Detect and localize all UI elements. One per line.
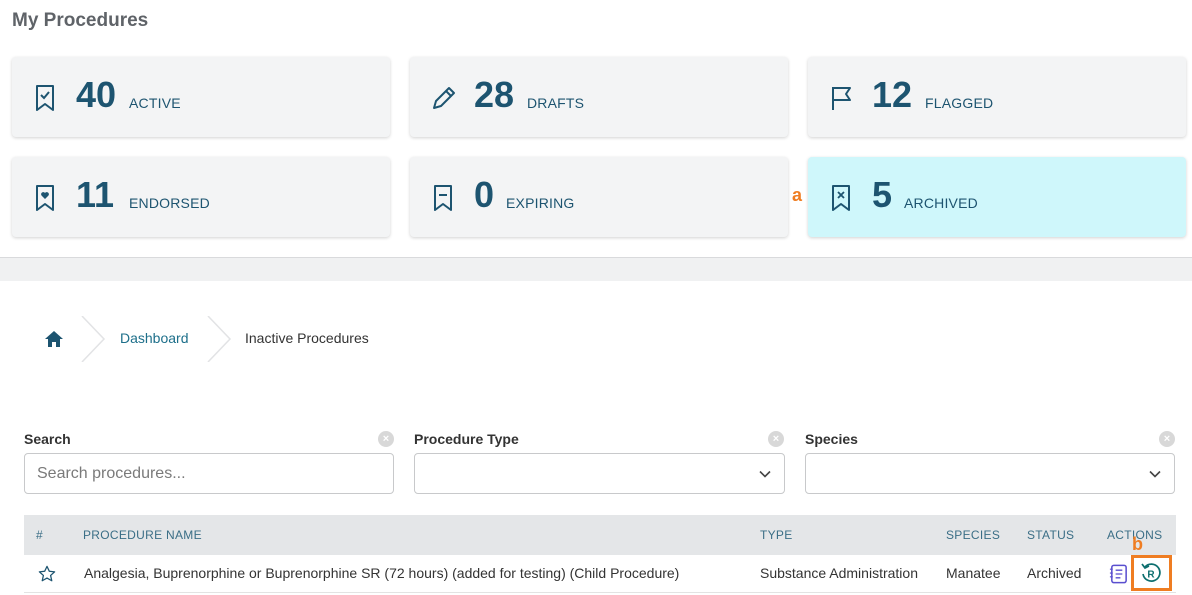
search-input[interactable] [25,454,393,493]
card-flagged[interactable]: 12 FLAGGED [808,57,1186,137]
procedure-name[interactable]: Analgesia, Buprenorphine or Buprenorphin… [84,565,679,581]
search-clear-icon[interactable]: × [378,431,394,447]
card-count: 12 [872,74,913,115]
page-title: My Procedures [12,10,149,31]
card-label: EXPIRING [506,195,575,211]
column-header-status[interactable]: STATUS [1027,528,1074,542]
card-label: FLAGGED [925,95,994,111]
procedure-type-label: Procedure Type [414,431,519,447]
search-field [24,453,394,494]
breadcrumb-current: Inactive Procedures [245,330,369,346]
search-label: Search [24,431,71,447]
card-active[interactable]: 40 ACTIVE [12,57,390,137]
card-endorsed[interactable]: 11 ENDORSED [12,157,390,237]
star-icon[interactable] [38,565,56,583]
chevron-down-icon [1149,470,1161,478]
procedure-species: Manatee [946,565,1001,581]
card-archived[interactable]: 5 ARCHIVED [808,157,1186,237]
species-label: Species [805,431,858,447]
home-icon[interactable] [44,330,64,348]
procedure-type-select[interactable] [414,453,785,494]
card-count: 5 [872,174,893,215]
column-header-type[interactable]: TYPE [760,528,793,542]
bookmark-heart-icon [36,185,54,211]
card-label: ARCHIVED [904,195,978,211]
bookmark-x-icon [832,185,850,211]
card-label: ENDORSED [129,195,210,211]
bookmark-check-icon [36,85,54,111]
table-row: Analgesia, Buprenorphine or Buprenorphin… [24,555,1176,593]
card-count: 40 [76,74,117,115]
marker-a: a [792,185,803,205]
view-document-icon[interactable] [1108,563,1129,585]
procedure-type: Substance Administration [760,565,918,581]
card-label: ACTIVE [129,95,181,111]
breadcrumb-dashboard-link[interactable]: Dashboard [120,330,189,346]
column-header-species[interactable]: SPECIES [946,528,1000,542]
marker-b: b [1132,534,1143,554]
pencil-icon [433,87,455,109]
flag-icon [832,87,851,110]
card-count: 28 [474,74,515,115]
card-label: DRAFTS [527,95,585,111]
breadcrumb: Dashboard Inactive Procedures [24,316,404,362]
procedure-type-clear-icon[interactable]: × [768,431,784,447]
species-select[interactable] [805,453,1175,494]
card-count: 0 [474,174,495,215]
breadcrumb-separator [207,316,232,362]
svg-text:R: R [1147,570,1155,581]
card-drafts[interactable]: 28 DRAFTS [410,57,788,137]
procedure-status: Archived [1027,565,1082,581]
restore-icon[interactable]: R [1140,562,1162,584]
column-header-number[interactable]: # [36,528,43,542]
card-expiring[interactable]: 0 EXPIRING [410,157,788,237]
section-divider [0,257,1192,281]
breadcrumb-separator [81,316,106,362]
column-header-procedure-name[interactable]: PROCEDURE NAME [83,528,202,542]
species-clear-icon[interactable]: × [1159,431,1175,447]
bookmark-minus-icon [434,185,452,211]
card-count: 11 [76,174,115,215]
chevron-down-icon [759,470,771,478]
table-header: # PROCEDURE NAME TYPE SPECIES STATUS ACT… [24,515,1176,555]
